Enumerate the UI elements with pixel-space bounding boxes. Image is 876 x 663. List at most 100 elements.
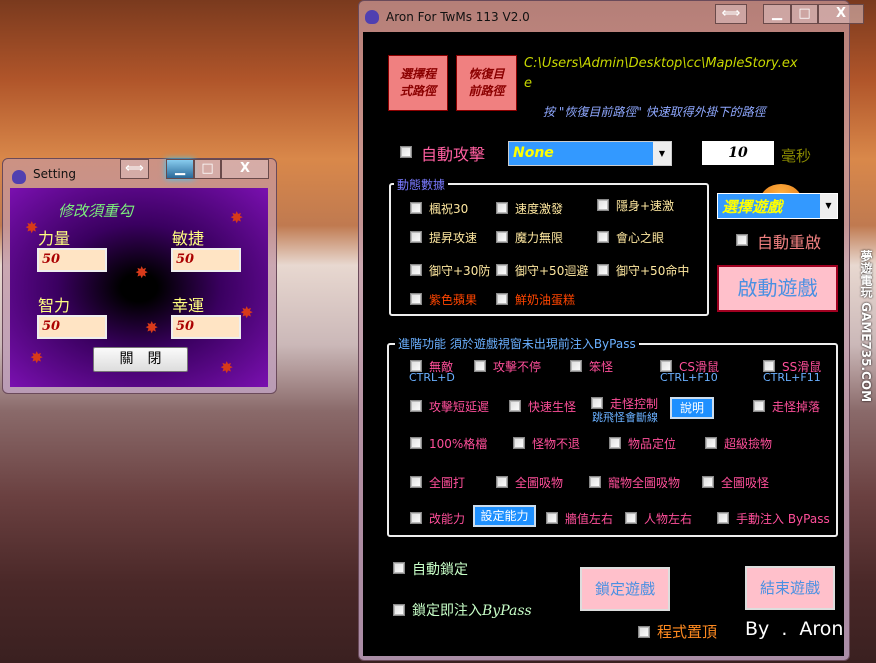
maple-leaf-icon: ✸: [30, 348, 44, 367]
advanced-checkbox[interactable]: [705, 437, 717, 449]
advanced-label: 全圖吸物: [515, 476, 564, 490]
dynamic-checkbox[interactable]: [597, 231, 609, 243]
auto-lock-checkbox[interactable]: [393, 562, 405, 574]
lock-inject-checkbox[interactable]: [393, 604, 405, 616]
close-button[interactable]: X: [221, 159, 269, 179]
attack-key-select[interactable]: None ▼: [508, 141, 672, 166]
set-stats-button[interactable]: 設定能力: [473, 505, 536, 527]
dynamic-checkbox[interactable]: [410, 293, 422, 305]
advanced-label: 怪物不退: [532, 437, 581, 451]
advanced-checkbox[interactable]: [625, 512, 637, 524]
restore-path-button[interactable]: 恢復目前路徑: [456, 55, 517, 111]
restore-size-button[interactable]: ⟺: [120, 159, 149, 179]
auto-restart-label: 自動重啟: [757, 233, 822, 252]
advanced-checkbox[interactable]: [410, 437, 422, 449]
chevron-down-icon[interactable]: ▼: [653, 142, 671, 165]
advanced-checkbox[interactable]: [546, 512, 558, 524]
advanced-checkbox[interactable]: [609, 437, 621, 449]
advanced-label: 快速生怪: [528, 400, 577, 414]
dynamic-checkbox[interactable]: [410, 264, 422, 276]
chevron-down-icon[interactable]: ▼: [820, 194, 837, 218]
advanced-checkbox[interactable]: [474, 360, 486, 372]
advanced-checkbox[interactable]: [410, 476, 422, 488]
advanced-label: 全圖打: [429, 476, 466, 490]
maple-leaf-icon: ✸: [25, 218, 39, 237]
dynamic-checkbox[interactable]: [410, 231, 422, 243]
attack-key-value: None: [513, 145, 554, 161]
advanced-checkbox[interactable]: [570, 360, 582, 372]
advanced-checkbox[interactable]: [753, 400, 765, 412]
lock-inject-bypass: ByPass: [482, 603, 532, 619]
str-input[interactable]: 50: [37, 248, 107, 272]
maple-leaf-icon: ✸: [230, 208, 244, 227]
credit: By . Aron: [745, 618, 844, 640]
select-path-button[interactable]: 選擇程式路徑: [388, 55, 448, 111]
hotkey-godmode: CTRL+D: [409, 371, 455, 384]
advanced-checkbox[interactable]: [509, 400, 521, 412]
dynamic-checkbox[interactable]: [597, 264, 609, 276]
maple-leaf-icon: ✸: [145, 318, 159, 337]
lock-game-button[interactable]: 鎖定遊戲: [580, 567, 670, 611]
start-game-button[interactable]: 啟動遊戲: [717, 265, 838, 312]
advanced-label: 100%格檔: [429, 437, 488, 451]
dynamic-group-title: 動態數據: [394, 176, 449, 193]
advanced-checkbox[interactable]: [589, 476, 601, 488]
dynamic-checkbox[interactable]: [410, 202, 422, 214]
dynamic-checkbox[interactable]: [597, 199, 609, 211]
advanced-checkbox[interactable]: [702, 476, 714, 488]
dynamic-label: 紫色蘋果: [429, 293, 478, 307]
auto-lock-label: 自動鎖定: [412, 562, 468, 578]
minimize-button[interactable]: ▁: [166, 159, 194, 179]
auto-attack-checkbox[interactable]: [400, 146, 412, 158]
advanced-label: 人物左右: [644, 512, 693, 526]
advanced-label: 攻擊短延遲: [429, 400, 490, 414]
advanced-checkbox[interactable]: [410, 400, 422, 412]
dynamic-label: 御守+30防: [429, 264, 491, 278]
str-label: 力量: [38, 229, 71, 248]
lock-inject-text: 鎖定即注入: [412, 603, 482, 619]
maximize-button[interactable]: □: [194, 159, 221, 179]
int-input[interactable]: 50: [37, 315, 107, 339]
window-title: Aron For TwMs 113 V2.0: [386, 10, 530, 24]
setting-note: 修改須重勾: [58, 202, 134, 220]
maximize-button[interactable]: □: [791, 4, 818, 24]
advanced-checkbox[interactable]: [410, 512, 422, 524]
advanced-label: 超級撿物: [724, 437, 773, 451]
restore-size-button[interactable]: ⟺: [715, 4, 747, 24]
advanced-checkbox[interactable]: [513, 437, 525, 449]
advanced-checkbox[interactable]: [591, 397, 603, 409]
advanced-group-title: 進階功能 須於遊戲視窗未出現前注入ByPass: [395, 335, 639, 352]
luk-input[interactable]: 50: [171, 315, 241, 339]
interval-input[interactable]: 10: [702, 141, 774, 165]
end-game-button[interactable]: 結束遊戲: [745, 566, 835, 610]
advanced-checkbox[interactable]: [717, 512, 729, 524]
int-label: 智力: [38, 296, 71, 315]
app-icon: [365, 10, 379, 24]
setting-close-button[interactable]: 關 閉: [93, 347, 188, 372]
dynamic-checkbox[interactable]: [496, 293, 508, 305]
path-line1: C:\Users\Admin\Desktop\cc\MapleStory.ex: [524, 56, 798, 71]
advanced-label: 走怪掉落: [772, 400, 821, 414]
maple-leaf-icon: ✸: [240, 303, 254, 322]
advanced-label: 全圖吸怪: [721, 476, 770, 490]
hotkey-ss-mouse: CTRL+F11: [763, 371, 821, 384]
dynamic-checkbox[interactable]: [496, 202, 508, 214]
disconnect-note: 跳飛怪會斷線: [592, 411, 658, 424]
explain-button[interactable]: 說明: [670, 397, 714, 419]
minimize-button[interactable]: ▁: [763, 4, 791, 24]
dynamic-checkbox[interactable]: [496, 264, 508, 276]
dex-input[interactable]: 50: [171, 248, 241, 272]
advanced-label: 笨怪: [589, 360, 614, 374]
close-button[interactable]: X: [818, 4, 864, 24]
path-line2: e: [524, 76, 532, 91]
maple-leaf-icon: ✸: [220, 358, 234, 377]
dynamic-label: 御守+50迴避: [515, 264, 589, 278]
advanced-checkbox[interactable]: [496, 476, 508, 488]
dynamic-checkbox[interactable]: [496, 231, 508, 243]
always-on-top-checkbox[interactable]: [638, 626, 650, 638]
auto-restart-checkbox[interactable]: [736, 234, 748, 246]
dynamic-label: 提昇攻速: [429, 231, 478, 245]
select-game-dropdown[interactable]: 選擇遊戲 ▼: [717, 193, 838, 219]
luk-label: 幸運: [172, 296, 205, 315]
advanced-label: 攻擊不停: [493, 360, 542, 374]
